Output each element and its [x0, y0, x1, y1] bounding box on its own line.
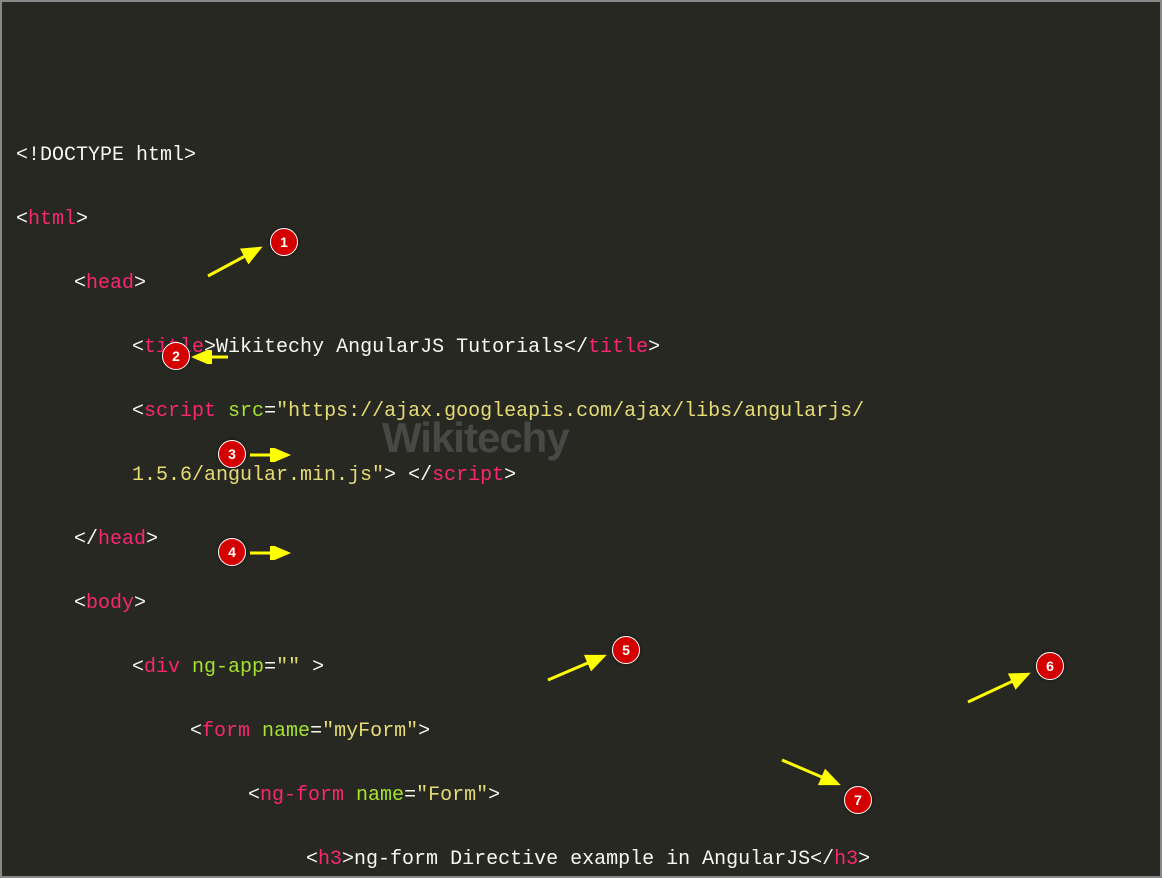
annotation-badge-1: 1 — [270, 228, 298, 256]
code-line: <form name="myForm"> — [16, 716, 1146, 748]
annotation-badge-6: 6 — [1036, 652, 1064, 680]
code-line: <script src="https://ajax.googleapis.com… — [16, 396, 1146, 428]
code-line: <h3>ng-form Directive example in Angular… — [16, 844, 1146, 876]
code-line: 1.5.6/angular.min.js"> </script> — [16, 460, 1146, 492]
annotation-badge-4: 4 — [218, 538, 246, 566]
code-line: <html> — [16, 204, 1146, 236]
code-editor: Wikitechy <!DOCTYPE html> <html> <head> … — [0, 0, 1162, 878]
annotation-badge-7: 7 — [844, 786, 872, 814]
annotation-badge-2: 2 — [162, 342, 190, 370]
code-line: <ng-form name="Form"> — [16, 780, 1146, 812]
code-line: <!DOCTYPE html> — [16, 140, 1146, 172]
annotation-badge-3: 3 — [218, 440, 246, 468]
code-line: <body> — [16, 588, 1146, 620]
annotation-badge-5: 5 — [612, 636, 640, 664]
code-line: </head> — [16, 524, 1146, 556]
code-line: <head> — [16, 268, 1146, 300]
code-line: <div ng-app="" > — [16, 652, 1146, 684]
